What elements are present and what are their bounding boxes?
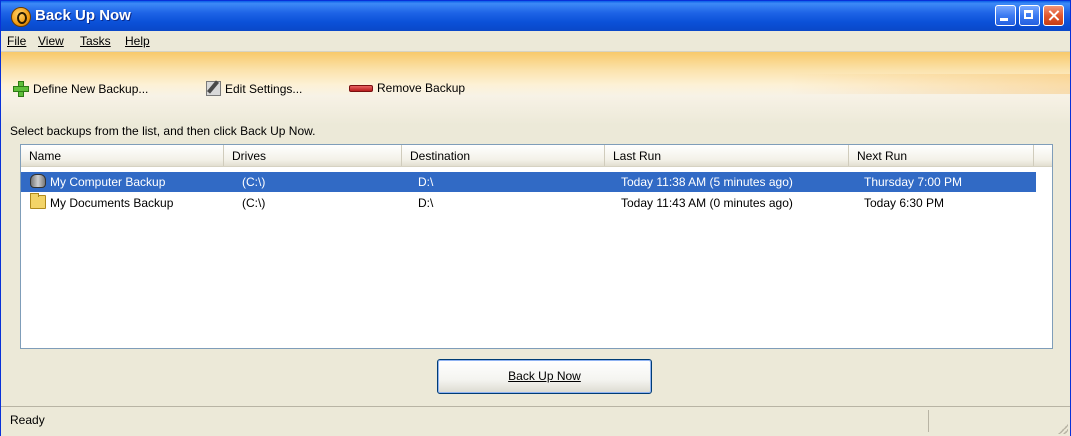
cell-next-run: Today 6:30 PM xyxy=(864,196,945,210)
status-text: Ready xyxy=(10,413,45,427)
column-header-last-run[interactable]: Last Run xyxy=(605,145,849,166)
edit-settings-label: Edit Settings... xyxy=(225,81,303,96)
edit-settings-icon xyxy=(206,81,221,96)
window-title: Back Up Now xyxy=(35,7,131,24)
maximize-button[interactable] xyxy=(1019,5,1040,26)
resize-grip[interactable] xyxy=(1058,424,1068,434)
define-new-backup-button[interactable]: Define New Backup... xyxy=(13,81,148,97)
minimize-button[interactable] xyxy=(995,5,1016,26)
column-header-destination[interactable]: Destination xyxy=(402,145,605,166)
status-bar: Ready xyxy=(1,406,1070,436)
column-header-drives[interactable]: Drives xyxy=(224,145,402,166)
remove-icon xyxy=(349,84,373,92)
menu-help[interactable]: Help xyxy=(125,34,150,48)
cell-destination: D:\ xyxy=(418,196,434,210)
cell-drives: (C:\) xyxy=(242,196,266,210)
define-new-backup-label: Define New Backup... xyxy=(33,82,149,96)
list-header: Name Drives Destination Last Run Next Ru… xyxy=(21,145,1052,167)
menu-view[interactable]: View xyxy=(38,34,64,48)
cell-name: My Computer Backup xyxy=(50,175,166,189)
backup-app-icon xyxy=(11,7,31,27)
table-row[interactable]: My Documents Backup (C:\) D:\ Today 11:4… xyxy=(21,193,1052,213)
instruction-text: Select backups from the list, and then c… xyxy=(10,124,316,138)
remove-backup-label: Remove Backup xyxy=(377,81,466,95)
plus-icon xyxy=(13,81,29,97)
menu-bar: File View Tasks Help xyxy=(1,31,1070,52)
back-up-now-label: Back Up Now xyxy=(508,369,581,383)
folder-icon xyxy=(30,193,46,209)
remove-backup-button[interactable]: Remove Backup xyxy=(349,81,465,95)
drive-icon xyxy=(30,174,46,188)
backup-list[interactable]: Name Drives Destination Last Run Next Ru… xyxy=(20,144,1053,349)
cell-destination: D:\ xyxy=(418,175,434,189)
menu-tasks[interactable]: Tasks xyxy=(80,34,111,48)
table-row[interactable]: My Computer Backup (C:\) D:\ Today 11:38… xyxy=(21,172,1036,192)
cell-next-run: Thursday 7:00 PM xyxy=(864,175,963,189)
app-window: Back Up Now File View Tasks Help Define … xyxy=(0,0,1071,436)
menu-file[interactable]: File xyxy=(7,34,26,48)
close-button[interactable] xyxy=(1043,5,1064,26)
toolbar: Define New Backup... Edit Settings... Re… xyxy=(1,52,1070,125)
column-header-name[interactable]: Name xyxy=(21,145,224,166)
cell-last-run: Today 11:43 AM (0 minutes ago) xyxy=(621,196,793,210)
cell-name: My Documents Backup xyxy=(50,196,174,210)
edit-settings-button[interactable]: Edit Settings... xyxy=(206,81,302,96)
back-up-now-button[interactable]: Back Up Now xyxy=(437,359,652,394)
status-divider xyxy=(928,410,929,432)
cell-last-run: Today 11:38 AM (5 minutes ago) xyxy=(621,175,793,189)
title-bar[interactable]: Back Up Now xyxy=(1,1,1070,31)
column-header-next-run[interactable]: Next Run xyxy=(849,145,1034,166)
cell-drives: (C:\) xyxy=(242,175,266,189)
